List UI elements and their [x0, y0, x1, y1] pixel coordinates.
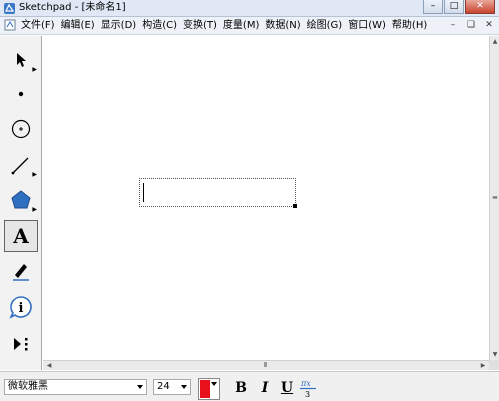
compass-icon: [11, 119, 31, 139]
menu-transform[interactable]: 变换(T): [183, 17, 217, 35]
more-tools-indicator: ▶: [32, 171, 37, 178]
scroll-right-icon[interactable]: ▶: [479, 362, 487, 369]
tool-polygon[interactable]: ▶: [4, 184, 38, 216]
scroll-down-icon[interactable]: ▼: [491, 351, 499, 358]
straightedge-icon: [11, 157, 29, 175]
menu-graph[interactable]: 绘图(G): [307, 17, 343, 35]
text-color-swatch: [200, 380, 210, 398]
menu-construct[interactable]: 构造(C): [142, 17, 177, 35]
scroll-up-icon[interactable]: ▲: [491, 38, 499, 45]
doc-minimize-button[interactable]: –: [445, 19, 461, 32]
svg-text:πx: πx: [300, 379, 311, 388]
italic-button[interactable]: I: [255, 378, 275, 398]
vertical-scrollbar[interactable]: ▲ ▬ ▼: [489, 36, 499, 360]
menu-edit[interactable]: 编辑(E): [61, 17, 95, 35]
sketch-canvas[interactable]: [43, 36, 489, 360]
tool-select[interactable]: ▶: [4, 44, 38, 76]
vertical-scroll-thumb[interactable]: ▬: [491, 194, 499, 204]
close-button[interactable]: ✕: [465, 0, 495, 14]
maximize-button[interactable]: □: [444, 0, 464, 14]
text-box[interactable]: [139, 178, 297, 208]
menu-window[interactable]: 窗口(W): [348, 17, 386, 35]
text-color-button[interactable]: [198, 378, 220, 400]
horizontal-scroll-thumb[interactable]: III: [258, 361, 272, 369]
math-format-icon[interactable]: πx 3: [297, 377, 319, 399]
scroll-left-icon[interactable]: ◀: [45, 362, 53, 369]
chevron-down-icon: [137, 385, 143, 389]
menu-items: 文件(F) 编辑(E) 显示(D) 构造(C) 变换(T) 度量(M) 数据(N…: [21, 17, 433, 35]
window-title: Sketchpad - [未命名1]: [19, 2, 126, 13]
window-controls: – □ ✕: [422, 0, 495, 17]
information-icon: i: [9, 296, 32, 319]
doc-restore-button[interactable]: ❏: [463, 19, 479, 32]
tool-compass[interactable]: [4, 113, 38, 145]
arrow-select-icon: [17, 53, 26, 67]
text-format-bar: 微软雅黑 24 B I U πx 3: [0, 371, 499, 401]
title-bar: Sketchpad - [未命名1] – □ ✕: [0, 0, 499, 17]
document-icon[interactable]: [4, 19, 16, 31]
font-size-select[interactable]: 24: [153, 379, 191, 395]
menu-file[interactable]: 文件(F): [21, 17, 55, 35]
resize-handle[interactable]: [293, 204, 297, 208]
tool-custom[interactable]: [4, 328, 38, 360]
point-icon: [18, 91, 24, 97]
sketchpad-app-icon: [4, 3, 15, 14]
minimize-button[interactable]: –: [423, 0, 443, 14]
font-family-value: 微软雅黑: [8, 381, 48, 392]
horizontal-scrollbar[interactable]: ◀ III ▶: [43, 360, 489, 370]
tool-text[interactable]: A: [4, 220, 38, 252]
menu-bar: 文件(F) 编辑(E) 显示(D) 构造(C) 变换(T) 度量(M) 数据(N…: [0, 17, 499, 35]
menu-data[interactable]: 数据(N): [265, 17, 300, 35]
menu-help[interactable]: 帮助(H): [392, 17, 427, 35]
font-family-select[interactable]: 微软雅黑: [4, 379, 147, 395]
text-icon: A: [13, 224, 29, 248]
bold-button[interactable]: B: [231, 378, 251, 398]
tool-information[interactable]: i: [4, 291, 38, 323]
menu-display[interactable]: 显示(D): [101, 17, 137, 35]
marker-icon: [13, 264, 29, 281]
scrollbar-corner: [489, 360, 499, 370]
chevron-down-icon: [211, 382, 217, 386]
tool-point[interactable]: [4, 78, 38, 110]
font-size-value: 24: [157, 381, 170, 392]
more-tools-indicator: ▶: [32, 66, 37, 73]
toolbox: ▶ ▶ ▶ A i: [0, 36, 42, 370]
text-caret: [143, 183, 144, 202]
svg-text:3: 3: [305, 390, 310, 399]
tool-marker[interactable]: [4, 255, 38, 287]
doc-close-button[interactable]: ✕: [481, 19, 497, 32]
underline-button[interactable]: U: [277, 378, 297, 398]
document-window-controls: – ❏ ✕: [443, 19, 497, 32]
custom-tool-icon: [14, 338, 28, 351]
tool-straightedge[interactable]: ▶: [4, 149, 38, 181]
svg-text:i: i: [19, 301, 24, 316]
more-tools-indicator: ▶: [32, 206, 37, 213]
menu-measure[interactable]: 度量(M): [223, 17, 259, 35]
chevron-down-icon: [181, 385, 187, 389]
polygon-icon: [11, 190, 31, 209]
